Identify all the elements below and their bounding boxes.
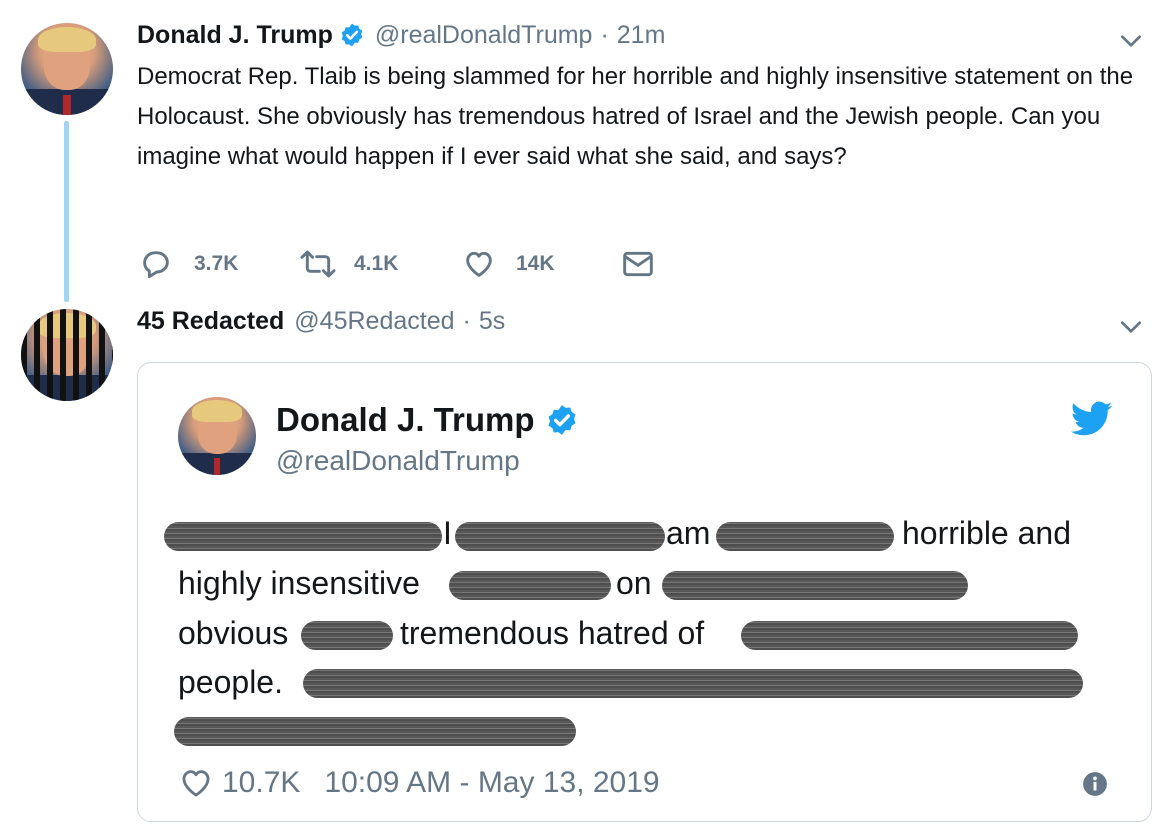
tweet-header: Donald J. Trump @realDonaldTrump · 21m [137, 18, 665, 52]
retweet-count: 4.1K [354, 252, 399, 275]
card-like-count: 10.7K [222, 766, 301, 799]
separator-dot: · [462, 306, 471, 335]
reply-author-handle[interactable]: @45Redacted [294, 307, 454, 336]
card-footer: 10.7K 10:09 AM - May 13, 2019 [178, 766, 660, 800]
dm-icon [622, 249, 654, 279]
author-handle[interactable]: @realDonaldTrump [375, 21, 593, 50]
info-icon[interactable] [1082, 771, 1108, 802]
text-fragment: horrible and [902, 515, 1071, 551]
embedded-tweet-card[interactable]: Donald J. Trump @realDonaldTrump I am ho… [137, 362, 1152, 822]
redaction-bar [741, 621, 1078, 650]
separator-dot: · [600, 20, 609, 49]
reply-button[interactable]: 3.7K [140, 248, 238, 280]
trump-avatar[interactable] [21, 23, 113, 115]
redaction-bar [662, 571, 968, 600]
redaction-bar [455, 522, 665, 551]
dm-button[interactable] [622, 249, 654, 279]
tweet-time[interactable]: 21m [617, 21, 666, 50]
reply-count: 3.7K [194, 252, 239, 275]
text-fragment: I [443, 515, 452, 551]
retweet-icon [298, 248, 338, 280]
retweet-button[interactable]: 4.1K [298, 248, 398, 280]
text-fragment: people. [178, 664, 283, 700]
reply-icon [140, 248, 172, 280]
thread-connector-line [64, 121, 69, 302]
redaction-bar [164, 522, 442, 551]
card-header: Donald J. Trump [276, 401, 579, 439]
verified-badge-icon [339, 22, 365, 48]
author-name[interactable]: Donald J. Trump [137, 21, 333, 50]
text-fragment: tremendous hatred of [400, 615, 705, 651]
like-icon [462, 248, 496, 280]
text-fragment: am [666, 515, 711, 551]
chevron-down-icon[interactable] [1118, 28, 1144, 59]
verified-badge-icon [545, 403, 579, 437]
card-avatar [178, 397, 256, 475]
tweet-text: Democrat Rep. Tlaib is being slammed for… [137, 63, 1134, 170]
redaction-bar [303, 669, 1083, 698]
redaction-bar [301, 621, 393, 650]
like-button[interactable]: 14K [462, 248, 555, 280]
card-timestamp[interactable]: 10:09 AM - May 13, 2019 [324, 766, 659, 800]
like-count: 14K [516, 252, 555, 275]
text-fragment: obvious [178, 615, 289, 651]
like-icon[interactable] [178, 766, 214, 800]
text-fragment: on [616, 565, 652, 601]
card-author-handle: @realDonaldTrump [276, 445, 520, 476]
redaction-bar [716, 522, 894, 551]
reply-time[interactable]: 5s [479, 307, 505, 336]
reply-author-name[interactable]: 45 Redacted [137, 307, 284, 336]
text-fragment: highly insensitive [178, 565, 420, 601]
redaction-bar [174, 717, 576, 746]
redaction-bar [449, 571, 611, 600]
reply-header: 45 Redacted @45Redacted · 5s [137, 304, 505, 338]
card-author-name: Donald J. Trump [276, 401, 535, 438]
redacted-avatar[interactable] [21, 309, 113, 401]
chevron-down-icon[interactable] [1118, 314, 1144, 345]
twitter-bird-icon [1070, 401, 1113, 442]
